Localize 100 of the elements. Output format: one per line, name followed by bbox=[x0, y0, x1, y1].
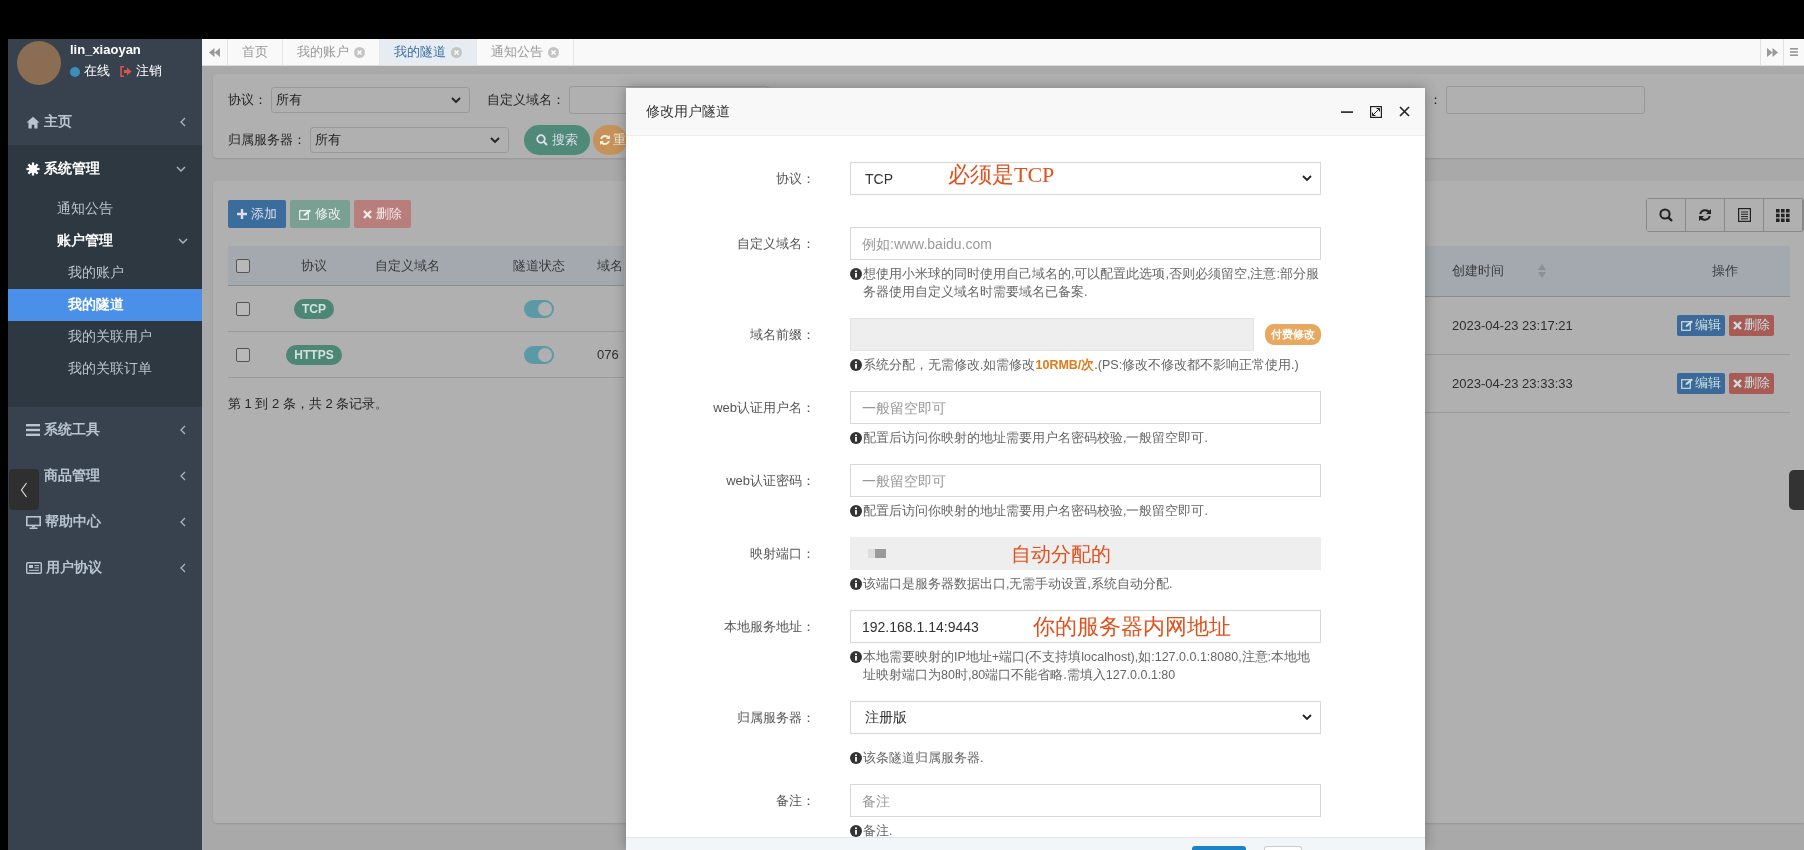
column-header[interactable]: 操作 bbox=[1660, 246, 1790, 296]
help-text: 备注. bbox=[863, 823, 893, 840]
select-field[interactable]: 所有 bbox=[310, 127, 509, 153]
newspaper-icon bbox=[26, 562, 42, 574]
cross-icon bbox=[363, 209, 372, 219]
chevron-left-icon bbox=[20, 481, 28, 498]
caret-down-icon bbox=[1302, 175, 1312, 182]
close-icon bbox=[1399, 106, 1410, 117]
sort-icon bbox=[1538, 264, 1546, 279]
table-cell: 2023-04-23 23:33:33 bbox=[1452, 375, 1573, 391]
edit-icon bbox=[299, 208, 311, 220]
menu-item[interactable]: 商品管理 bbox=[8, 453, 202, 499]
column-header[interactable]: 自定义域名 bbox=[355, 246, 498, 286]
menu-item[interactable]: 系统工具 bbox=[8, 407, 202, 453]
avatar bbox=[17, 41, 61, 85]
help-text: 想使用小米球的同时使用自己域名的,可以配置此选项,否则必须留空,注意:部分服务器使用自定义域名时需要域名已备案. bbox=[863, 266, 1320, 301]
menu-item[interactable]: 我的账户 bbox=[8, 257, 202, 289]
menu-item[interactable]: 帮助中心 bbox=[8, 499, 202, 545]
annotation-text: 自动分配的 bbox=[1011, 543, 1111, 564]
info-icon bbox=[850, 359, 862, 371]
tab[interactable]: 通知公告 bbox=[477, 39, 574, 65]
chevron-left-icon bbox=[179, 563, 186, 573]
table-cell: 2023-04-23 23:17:21 bbox=[1452, 317, 1573, 333]
menu-item[interactable]: 账户管理 bbox=[8, 225, 202, 257]
lines-icon bbox=[1790, 47, 1798, 57]
chevron-left-icon bbox=[179, 471, 186, 481]
grid-icon bbox=[1776, 208, 1790, 222]
redacted-block bbox=[868, 549, 886, 558]
edit-icon bbox=[1680, 319, 1693, 331]
column-header[interactable]: 域名 bbox=[580, 246, 624, 286]
select-field[interactable]: 注册版 bbox=[850, 701, 1321, 734]
column-header[interactable]: 隧道状态 bbox=[498, 246, 580, 286]
field-label: 自定义域名： bbox=[736, 235, 815, 253]
collapse-toggle[interactable] bbox=[9, 469, 39, 510]
menu-icon bbox=[26, 424, 40, 436]
chevron-down-icon bbox=[178, 237, 188, 245]
annotation-text: 你的服务器内网地址 bbox=[1033, 615, 1231, 638]
info-icon bbox=[850, 752, 862, 764]
tab[interactable]: 我的隧道 bbox=[380, 39, 477, 65]
refresh-icon bbox=[1698, 208, 1712, 222]
gear-icon bbox=[26, 162, 40, 176]
help-text: 配置后访问你映射的地址需要用户名密码校验,一般留空即可. bbox=[863, 430, 1208, 447]
filter-label: 自定义域名： bbox=[487, 91, 565, 109]
field-label: 域名前缀： bbox=[749, 326, 815, 344]
menu-item[interactable]: 我的隧道 bbox=[8, 289, 202, 321]
field-label: 本地服务地址： bbox=[723, 618, 815, 636]
search-icon bbox=[1659, 208, 1673, 222]
annotation-text: 必须是TCP bbox=[948, 164, 1055, 187]
close-icon bbox=[451, 46, 462, 58]
side-handle[interactable] bbox=[1789, 470, 1804, 510]
edit-button[interactable]: 编辑 bbox=[1676, 372, 1725, 394]
pagination-text: 第 1 到 2 条，共 2 条记录。 bbox=[228, 395, 390, 413]
double-right-icon bbox=[1766, 47, 1778, 57]
checkbox[interactable] bbox=[236, 302, 250, 317]
username: lin_xiaoyan bbox=[70, 42, 142, 57]
protocol-badge: HTTPS bbox=[286, 344, 342, 365]
help-text: 该条隧道归属服务器. bbox=[863, 750, 984, 767]
search-icon bbox=[536, 134, 548, 146]
protocol-badge: TCP bbox=[294, 298, 334, 319]
delete-button[interactable]: 删除 bbox=[1728, 372, 1774, 394]
checkbox[interactable] bbox=[236, 348, 250, 363]
field-label: web认证密码： bbox=[725, 472, 815, 490]
checkbox[interactable] bbox=[236, 259, 250, 274]
status-text: 在线 bbox=[84, 63, 110, 80]
status-dot bbox=[70, 66, 80, 77]
delete-button[interactable]: 删除 bbox=[1728, 314, 1774, 336]
column-header[interactable]: 协议 bbox=[273, 246, 355, 286]
double-left-icon bbox=[209, 47, 220, 57]
caret-down-icon bbox=[490, 136, 500, 144]
select-field[interactable]: 所有 bbox=[271, 87, 470, 113]
search-button[interactable]: 搜索 bbox=[524, 125, 590, 155]
search-button[interactable] bbox=[1647, 199, 1686, 231]
chevron-left-icon bbox=[179, 425, 186, 435]
field-label: 备注： bbox=[775, 792, 815, 810]
scroll-right-button[interactable] bbox=[1760, 39, 1784, 65]
plus-icon bbox=[237, 209, 247, 219]
menu-item[interactable]: 通知公告 bbox=[8, 193, 202, 225]
help-text: 该端口是服务器数据出口,无需手动设置,系统自动分配. bbox=[863, 576, 1173, 593]
edit-button[interactable]: 编辑 bbox=[1676, 314, 1725, 336]
info-icon bbox=[850, 651, 862, 663]
chevron-left-icon bbox=[179, 117, 186, 127]
menu-item[interactable]: 我的关联订单 bbox=[8, 353, 202, 385]
toggle-switch[interactable] bbox=[524, 299, 554, 318]
filter-label: 归属服务器： bbox=[228, 131, 306, 149]
tab[interactable]: 首页 bbox=[228, 39, 283, 65]
cross-icon bbox=[1732, 378, 1742, 388]
menu-item[interactable]: 主页 bbox=[8, 99, 202, 145]
close-icon bbox=[548, 46, 559, 58]
logout-link[interactable]: 注销 bbox=[136, 63, 162, 80]
add-button[interactable]: 添加 bbox=[228, 200, 286, 228]
caret-down-icon bbox=[451, 96, 461, 104]
info-icon bbox=[850, 578, 862, 590]
filter-label: ： bbox=[1429, 91, 1442, 109]
menu-item[interactable]: 我的关联用户 bbox=[8, 321, 202, 353]
monitor-icon bbox=[26, 515, 41, 529]
menu-item[interactable]: 用户协议 bbox=[8, 545, 202, 591]
field-label: web认证用户名： bbox=[712, 399, 815, 417]
toggle-switch[interactable] bbox=[524, 345, 554, 364]
menu-item[interactable]: 系统管理 bbox=[8, 145, 202, 193]
logout-icon bbox=[120, 66, 132, 77]
